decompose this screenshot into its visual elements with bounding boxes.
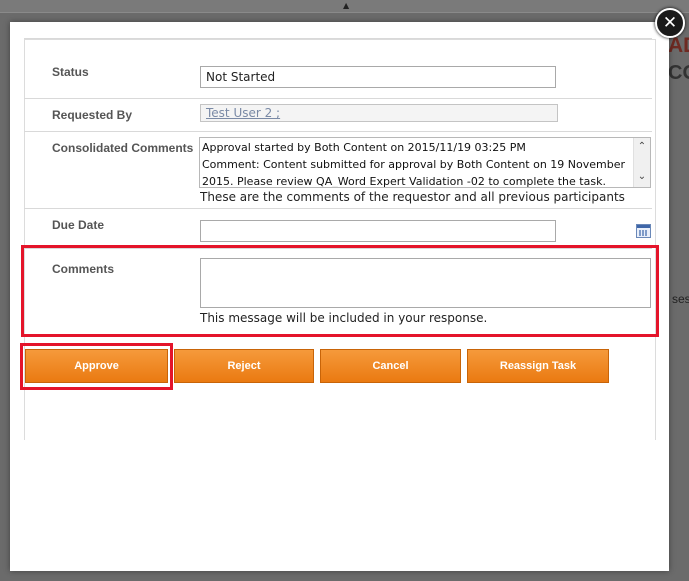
consolidated-comments-box[interactable]: Approval started by Both Content on 2015… [199, 137, 651, 188]
due-date-input[interactable] [200, 220, 556, 242]
background-subtitle-fragment: CO [668, 62, 689, 84]
row-divider [24, 98, 652, 99]
due-date-label: Due Date [52, 218, 105, 232]
reject-button[interactable]: Reject [174, 349, 314, 383]
calendar-icon[interactable] [636, 224, 651, 238]
row-divider [24, 131, 652, 132]
consolidated-comments-helper: These are the comments of the requestor … [200, 190, 625, 204]
comment-line: 2015. Please review QA_Word Expert Valid… [202, 175, 606, 188]
consolidated-comments-text: Approval started by Both Content on 2015… [202, 139, 632, 188]
scroll-down-icon[interactable]: ⌄ [636, 172, 648, 182]
requested-by-field: Test User 2 ; [200, 104, 558, 122]
row-divider [24, 208, 652, 209]
form-top-border [24, 38, 652, 39]
comments-highlight [21, 245, 659, 337]
comment-line: Approval started by Both Content on 2015… [202, 141, 526, 154]
comment-line: Comment: Content submitted for approval … [202, 158, 626, 171]
reassign-task-button[interactable]: Reassign Task [467, 349, 609, 383]
requested-by-label: Requested By [52, 108, 133, 122]
status-label: Status [52, 65, 89, 79]
status-field: Not Started [200, 66, 556, 88]
comments-scrollbar[interactable]: ⌃ ⌄ [633, 138, 650, 187]
background-text-fragment: ses [672, 292, 689, 306]
close-icon[interactable]: ✕ [655, 8, 685, 38]
cancel-button[interactable]: Cancel [320, 349, 461, 383]
background-top-bar: ▲ [0, 0, 689, 13]
collapse-caret-icon: ▲ [343, 1, 350, 10]
consolidated-comments-label: Consolidated Comments [52, 141, 194, 155]
scroll-up-icon[interactable]: ⌃ [636, 142, 648, 152]
approve-highlight [20, 343, 173, 390]
